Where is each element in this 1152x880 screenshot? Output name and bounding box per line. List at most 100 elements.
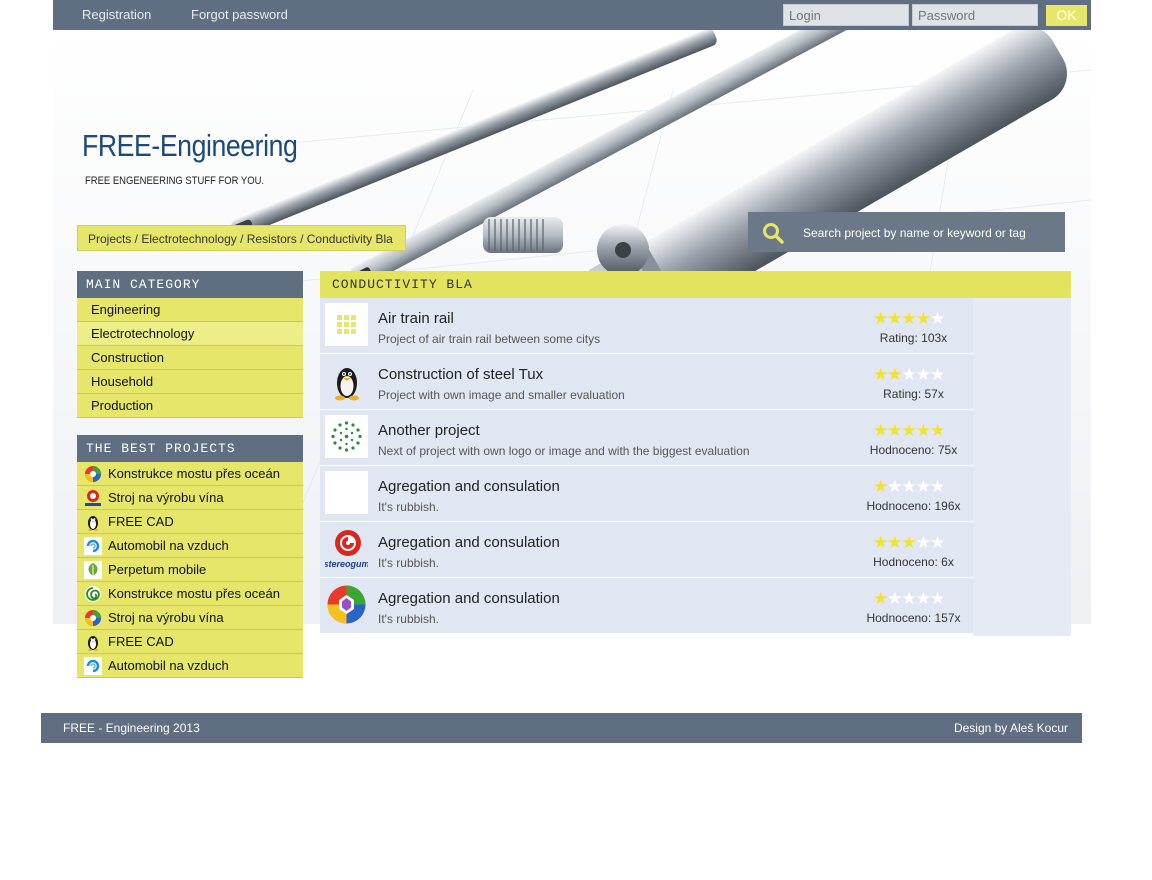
breadcrumb-text[interactable]: Projects / Electrotechnology / Resistors…	[88, 232, 393, 246]
search-placeholder[interactable]: Search project by name or keyword or tag	[803, 226, 1026, 240]
penguin-icon	[335, 368, 359, 401]
star-filled-icon[interactable]: ★	[902, 421, 917, 440]
rating-stars[interactable]: ★★★★★	[873, 590, 954, 607]
star-filled-icon[interactable]: ★	[873, 365, 888, 384]
star-filled-icon[interactable]: ★	[916, 421, 931, 440]
star-filled-icon[interactable]: ★	[887, 309, 902, 328]
rating-stars[interactable]: ★★★★★	[873, 422, 954, 439]
star-empty-icon[interactable]: ★	[930, 309, 945, 328]
best-project-item[interactable]: Konstrukce mostu přes oceán	[77, 462, 303, 486]
main-panel-title: CONDUCTIVITY BLA	[320, 271, 1071, 298]
rating-count: Hodnoceno: 75x	[869, 443, 958, 457]
project-row[interactable]: Agregation and consulation It's rubbish.…	[320, 578, 973, 634]
leaf-logo-icon	[84, 561, 102, 579]
star-empty-icon[interactable]: ★	[916, 533, 931, 552]
project-description: Project with own image and smaller evalu…	[378, 388, 625, 402]
star-empty-icon[interactable]: ★	[916, 477, 931, 496]
star-filled-icon[interactable]: ★	[873, 309, 888, 328]
star-filled-icon[interactable]: ★	[887, 533, 902, 552]
star-empty-icon[interactable]: ★	[916, 589, 931, 608]
category-electrotechnology[interactable]: Electrotechnology	[77, 322, 303, 346]
stereogum-logo-icon	[85, 490, 101, 506]
best-projects-heading: THE BEST PROJECTS	[77, 435, 303, 462]
blank-image-icon	[325, 471, 368, 514]
best-project-item[interactable]: Perpetum mobile	[77, 558, 303, 582]
rating-count: Hodnoceno: 6x	[873, 555, 954, 569]
forgot-password-link[interactable]: Forgot password	[191, 7, 288, 22]
best-project-item[interactable]: Konstrukce mostu přes oceán	[77, 582, 303, 606]
best-project-item[interactable]: Automobil na vzduch	[77, 654, 303, 678]
registration-link[interactable]: Registration	[82, 7, 151, 22]
project-title[interactable]: Construction of steel Tux	[378, 366, 543, 383]
rating-stars[interactable]: ★★★★★	[873, 310, 954, 327]
project-title[interactable]: Agregation and consulation	[378, 590, 560, 607]
best-project-item[interactable]: FREE CAD	[77, 510, 303, 534]
rating-count: Hodnoceno: 157x	[866, 611, 961, 625]
category-production[interactable]: Production	[77, 394, 303, 418]
rating-stars[interactable]: ★★★★★	[873, 478, 954, 495]
main-panel-side-area	[973, 298, 1071, 636]
star-empty-icon[interactable]: ★	[930, 477, 945, 496]
green-dots-logo-icon	[325, 415, 368, 458]
green-swirl-icon	[85, 586, 101, 602]
colorful-ball-icon	[85, 610, 101, 626]
star-empty-icon[interactable]: ★	[902, 589, 917, 608]
project-row[interactable]: Agregation and consulation It's rubbish.…	[320, 466, 973, 522]
star-empty-icon[interactable]: ★	[916, 365, 931, 384]
penguin-icon	[88, 636, 98, 651]
category-construction[interactable]: Construction	[77, 346, 303, 370]
project-title[interactable]: Agregation and consulation	[378, 478, 560, 495]
star-empty-icon[interactable]: ★	[902, 477, 917, 496]
password-input[interactable]	[912, 4, 1038, 26]
star-filled-icon[interactable]: ★	[916, 309, 931, 328]
star-filled-icon[interactable]: ★	[873, 533, 888, 552]
main-category-list: Engineering Electrotechnology Constructi…	[77, 298, 303, 418]
project-title[interactable]: Air train rail	[378, 310, 454, 327]
star-filled-icon[interactable]: ★	[902, 309, 917, 328]
project-description: Project of air train rail between some c…	[378, 332, 601, 346]
star-filled-icon[interactable]: ★	[873, 589, 888, 608]
project-description: Next of project with own logo or image a…	[378, 444, 750, 458]
best-project-label: FREE CAD	[108, 634, 174, 649]
stereogum-logo-text: stereogum	[325, 559, 368, 569]
site-title: FREE-Engineering	[82, 128, 298, 163]
star-filled-icon[interactable]: ★	[887, 421, 902, 440]
search-box[interactable]: Search project by name or keyword or tag	[748, 212, 1065, 252]
project-title[interactable]: Agregation and consulation	[378, 534, 560, 551]
best-project-item[interactable]: Automobil na vzduch	[77, 534, 303, 558]
project-row[interactable]: stereogum Agregation and consulation It'…	[320, 522, 973, 578]
star-empty-icon[interactable]: ★	[887, 589, 902, 608]
star-filled-icon[interactable]: ★	[930, 421, 945, 440]
best-project-item[interactable]: Stroj na výrobu vína	[77, 486, 303, 510]
search-icon[interactable]	[762, 222, 784, 244]
star-filled-icon[interactable]: ★	[902, 533, 917, 552]
star-filled-icon[interactable]: ★	[887, 365, 902, 384]
rating-stars[interactable]: ★★★★★	[873, 534, 954, 551]
star-empty-icon[interactable]: ★	[887, 477, 902, 496]
star-filled-icon[interactable]: ★	[873, 421, 888, 440]
project-title[interactable]: Another project	[378, 422, 480, 439]
project-row[interactable]: Another project Next of project with own…	[320, 410, 973, 466]
star-empty-icon[interactable]: ★	[930, 365, 945, 384]
star-empty-icon[interactable]: ★	[930, 533, 945, 552]
best-project-label: FREE CAD	[108, 514, 174, 529]
breadcrumb: Projects / Electrotechnology / Resistors…	[77, 225, 406, 251]
best-project-label: Perpetum mobile	[108, 562, 207, 577]
login-input[interactable]	[783, 4, 909, 26]
best-project-item[interactable]: Stroj na výrobu vína	[77, 606, 303, 630]
category-engineering[interactable]: Engineering	[77, 298, 303, 322]
best-project-label: Konstrukce mostu přes oceán	[108, 466, 280, 481]
best-project-label: Automobil na vzduch	[108, 538, 229, 553]
top-bar: Registration Forgot password OK	[53, 0, 1091, 30]
category-household[interactable]: Household	[77, 370, 303, 394]
project-row[interactable]: Air train rail Project of air train rail…	[320, 298, 973, 354]
project-row[interactable]: Construction of steel Tux Project with o…	[320, 354, 973, 410]
project-description: It's rubbish.	[378, 612, 439, 626]
star-empty-icon[interactable]: ★	[902, 365, 917, 384]
ok-button[interactable]: OK	[1046, 5, 1087, 26]
rating-stars[interactable]: ★★★★★	[873, 366, 954, 383]
grid-placeholder-icon	[325, 303, 368, 346]
best-project-item[interactable]: FREE CAD	[77, 630, 303, 654]
star-empty-icon[interactable]: ★	[930, 589, 945, 608]
star-filled-icon[interactable]: ★	[873, 477, 888, 496]
